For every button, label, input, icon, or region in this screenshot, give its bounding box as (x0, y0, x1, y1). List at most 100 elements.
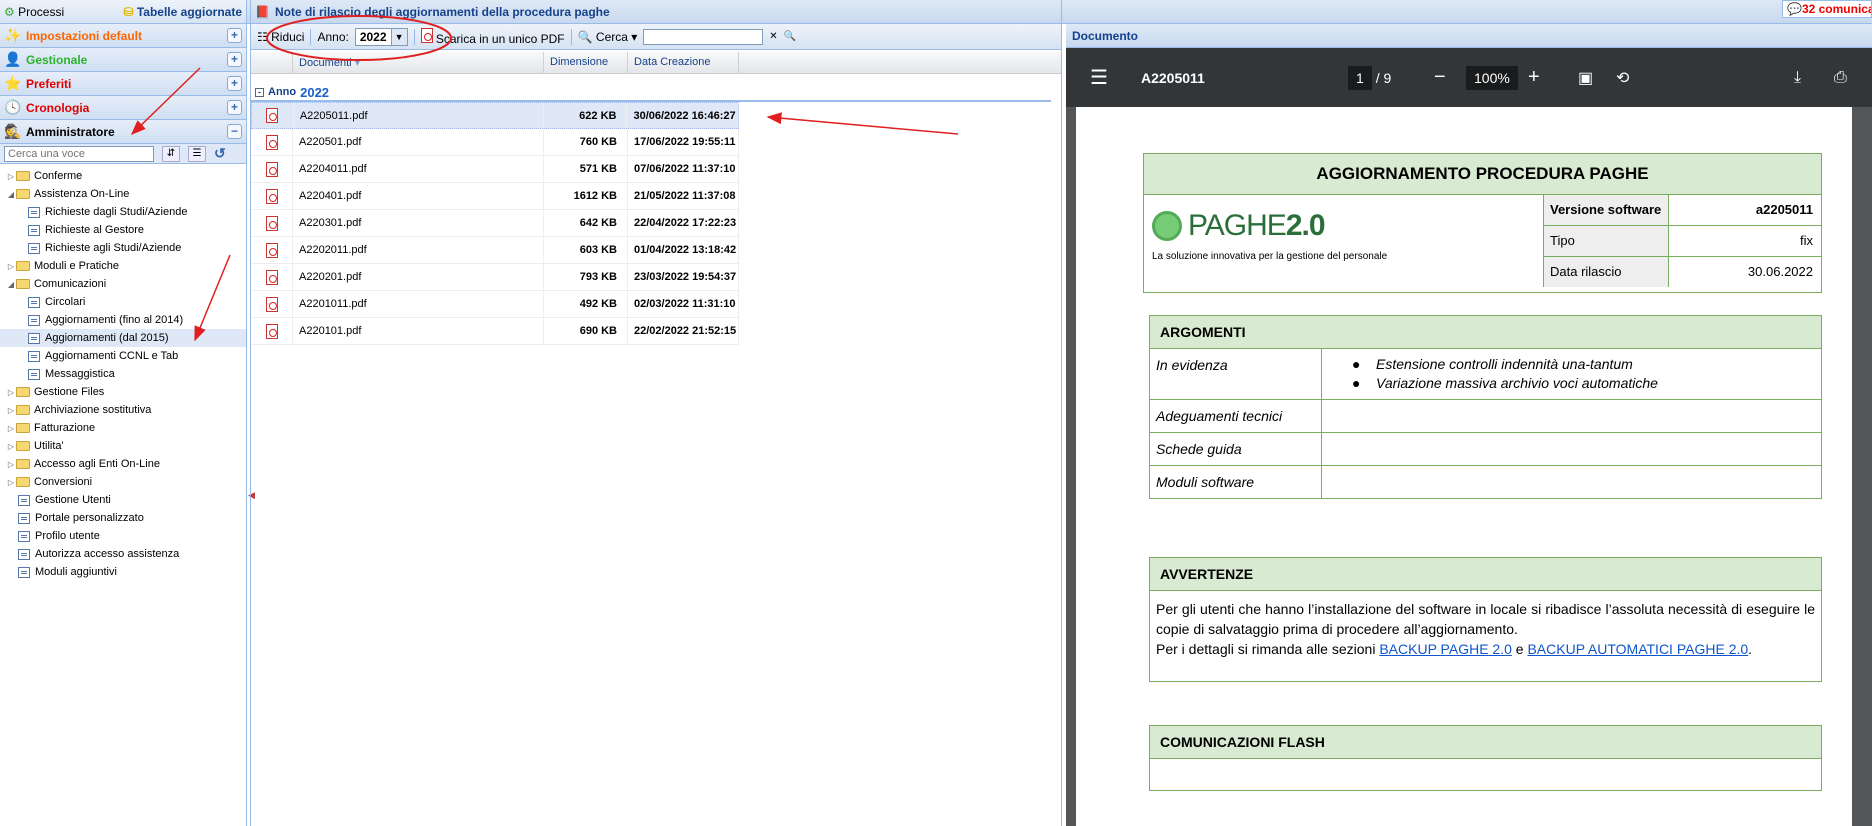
accordion-gestionale[interactable]: 👤 Gestionale + (0, 48, 246, 72)
table-row[interactable]: A2201011.pdf 492 KB 02/03/2022 11:31:10 (251, 291, 739, 318)
left-header: ⚙ Processi ⛁ Tabelle aggiornate (0, 0, 246, 24)
table-row[interactable]: A220301.pdf 642 KB 22/04/2022 17:22:23 (251, 210, 739, 237)
tree-item[interactable]: ◢ Assistenza On-Line (0, 185, 246, 203)
doc-name: A220101.pdf (293, 318, 544, 344)
tree-item[interactable]: ▷ Archiviazione sostitutiva (0, 401, 246, 419)
collapsed-arrow-icon[interactable]: ▷ (6, 424, 16, 433)
accordion-amministratore[interactable]: 🕵 Amministratore − (0, 120, 246, 144)
tree-item[interactable]: Richieste dagli Studi/Aziende (0, 203, 246, 221)
tabelle-button[interactable]: ⛁ Tabelle aggiornate (123, 5, 242, 19)
collapsed-arrow-icon[interactable]: ▷ (6, 460, 16, 469)
pdf-icon (266, 108, 279, 123)
avvertenze-title: AVVERTENZE (1150, 558, 1821, 591)
tree-item[interactable]: ▷ Conferme (0, 167, 246, 185)
zoom-in-button[interactable]: + (1528, 66, 1540, 89)
tree-item[interactable]: ◢ Comunicazioni (0, 275, 246, 293)
refresh-icon[interactable]: ↺ (214, 145, 226, 162)
expanded-arrow-icon[interactable]: ◢ (6, 190, 16, 199)
toggle-button[interactable]: + (227, 100, 242, 115)
column-dimensione[interactable]: Dimensione (544, 52, 628, 73)
tree-item[interactable]: Circolari (0, 293, 246, 311)
tree-item[interactable]: ▷ Moduli e Pratiche (0, 257, 246, 275)
year-select[interactable]: 2022 ▼ (354, 27, 408, 46)
topic-key: Moduli software (1150, 466, 1322, 498)
collapsed-arrow-icon[interactable]: ▷ (6, 262, 16, 271)
tree-item[interactable]: Richieste al Gestore (0, 221, 246, 239)
tree-item[interactable]: Gestione Utenti (0, 491, 246, 509)
toggle-button[interactable]: + (227, 28, 242, 43)
table-row[interactable]: A220101.pdf 690 KB 22/02/2022 21:52:15 (251, 318, 739, 345)
rotate-icon[interactable]: ⟲ (1616, 68, 1629, 88)
cerca-button[interactable]: 🔍 Cerca ▾ (578, 30, 638, 44)
processi-button[interactable]: ⚙ Processi (4, 5, 64, 19)
collapsed-arrow-icon[interactable]: ▷ (6, 406, 16, 415)
print-icon[interactable]: ⎙ (1834, 69, 1847, 87)
toggle-button[interactable]: + (227, 52, 242, 67)
table-row[interactable]: A220201.pdf 793 KB 23/03/2022 19:54:37 (251, 264, 739, 291)
table-row[interactable]: A220401.pdf 1612 KB 21/05/2022 11:37:08 (251, 183, 739, 210)
doc-size: 571 KB (544, 156, 628, 182)
table-row[interactable]: A2205011.pdf 622 KB 30/06/2022 16:46:27 (251, 102, 739, 129)
doc-date: 22/04/2022 17:22:23 (628, 210, 739, 236)
tree-item[interactable]: ▷ Conversioni (0, 473, 246, 491)
flash-title: COMUNICAZIONI FLASH (1150, 726, 1821, 759)
backup-link[interactable]: BACKUP PAGHE 2.0 (1379, 641, 1512, 657)
tree-item[interactable]: ▷ Gestione Files (0, 383, 246, 401)
tree-item[interactable]: Autorizza accesso assistenza (0, 545, 246, 563)
toggle-button[interactable]: + (227, 76, 242, 91)
accordion-preferiti[interactable]: ⭐ Preferiti + (0, 72, 246, 96)
group-header[interactable]: - Anno 2022 (251, 84, 1051, 102)
accordion-cronologia[interactable]: 🕓 Cronologia + (0, 96, 246, 120)
tree-item[interactable]: Aggiornamenti CCNL e Tab (0, 347, 246, 365)
toggle-button[interactable]: − (227, 124, 242, 139)
page-sep: / (1375, 69, 1380, 86)
tree-item[interactable]: Profilo utente (0, 527, 246, 545)
riduci-button[interactable]: ☷ Riduci (257, 30, 304, 44)
expand-all-button[interactable]: ⇵ (162, 145, 180, 162)
collapsed-arrow-icon[interactable]: ▷ (6, 478, 16, 487)
download-icon[interactable]: ⤓ (1794, 69, 1801, 87)
tree-item[interactable]: ▷ Fatturazione (0, 419, 246, 437)
tree-item[interactable]: Aggiornamenti (dal 2015) (0, 329, 246, 347)
column-data[interactable]: Data Creazione (628, 52, 739, 73)
table-row[interactable]: A2204011.pdf 571 KB 07/06/2022 11:37:10 (251, 156, 739, 183)
collapsed-arrow-icon[interactable]: ▷ (6, 442, 16, 451)
accordion-impostazioni-default[interactable]: ✨ Impostazioni default + (0, 24, 246, 48)
collapse-all-button[interactable]: ☰ (188, 145, 206, 162)
column-documenti[interactable]: Documenti ▾ (293, 52, 544, 73)
tree-item[interactable]: Aggiornamenti (fino al 2014) (0, 311, 246, 329)
notifications-button[interactable]: 💬32 comunicazioni (1782, 0, 1872, 18)
pdf-icon (265, 161, 278, 177)
nav-tree: ▷ Conferme ◢ Assistenza On-Line Richieste da… (0, 164, 246, 581)
expanded-arrow-icon[interactable]: ◢ (6, 280, 16, 289)
tree-item[interactable]: Moduli aggiuntivi (0, 563, 246, 581)
collapsed-arrow-icon[interactable]: ▷ (6, 172, 16, 181)
zoom-level[interactable]: 100% (1466, 65, 1518, 90)
tree-item[interactable]: Messaggistica (0, 365, 246, 383)
tree-search-input[interactable] (4, 145, 154, 162)
page-input[interactable]: 1 (1348, 65, 1372, 90)
collapsed-arrow-icon[interactable]: ▷ (6, 388, 16, 397)
collapse-icon[interactable]: - (255, 87, 264, 97)
search-go-icon[interactable]: 🔍 (784, 31, 796, 42)
panel-title: 📕 Note di rilascio degli aggiornamenti de… (251, 0, 1061, 24)
grid-header: Documenti ▾ Dimensione Data Creazione (251, 52, 1061, 74)
table-row[interactable]: A2202011.pdf 603 KB 01/04/2022 13:18:42 (251, 237, 739, 264)
doc-date: 23/03/2022 19:54:37 (628, 264, 739, 290)
doc-date: 22/02/2022 21:52:15 (628, 318, 739, 344)
table-row[interactable]: A220501.pdf 760 KB 17/06/2022 19:55:11 (251, 129, 739, 156)
menu-icon[interactable]: ☰ (1090, 65, 1108, 90)
tree-item[interactable]: ▷ Accesso agli Enti On-Line (0, 455, 246, 473)
zoom-out-button[interactable]: − (1434, 66, 1446, 89)
download-pdf-button[interactable]: Scarica in un unico PDF (420, 27, 565, 46)
tree-item[interactable]: Portale personalizzato (0, 509, 246, 527)
tree-item[interactable]: ▷ Utilita' (0, 437, 246, 455)
search-input[interactable] (643, 28, 764, 45)
doc-date: 01/04/2022 13:18:42 (628, 237, 739, 263)
topic-key: Adeguamenti tecnici (1150, 400, 1322, 432)
clear-icon[interactable]: ✕ (769, 31, 777, 42)
tree-item[interactable]: Richieste agli Studi/Aziende (0, 239, 246, 257)
backup-auto-link[interactable]: BACKUP AUTOMATICI PAGHE 2.0 (1527, 641, 1748, 657)
page-icon (18, 512, 30, 524)
fit-page-icon[interactable]: ▣ (1578, 68, 1593, 88)
